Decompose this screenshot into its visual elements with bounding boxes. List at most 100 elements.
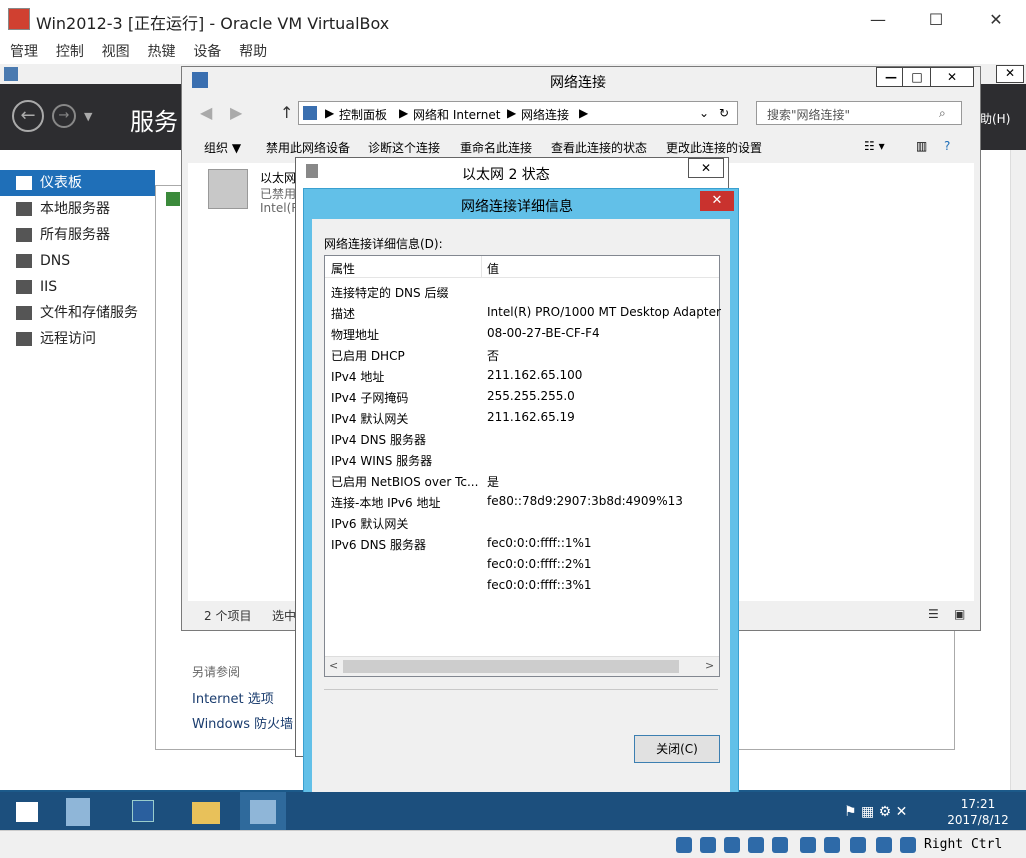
nav-item-iis[interactable]: IIS bbox=[0, 274, 155, 300]
server-manager-title: 服务 bbox=[130, 108, 178, 136]
menu-devices[interactable]: 设备 bbox=[193, 40, 221, 64]
horizontal-scrollbar[interactable]: < > bbox=[325, 656, 719, 676]
nav-item-file-storage[interactable]: 文件和存储服务 bbox=[0, 300, 155, 326]
search-input[interactable]: 搜索"网络连接" ⌕ bbox=[756, 101, 962, 125]
details-close-icon[interactable]: ✕ bbox=[700, 191, 734, 211]
table-row[interactable]: fec0:0:0:ffff::2%1 bbox=[331, 554, 721, 575]
breadcrumb-network-connections[interactable]: 网络连接 bbox=[521, 106, 569, 123]
shared-folders-icon[interactable] bbox=[800, 837, 816, 853]
help-icon[interactable]: ? bbox=[944, 139, 950, 153]
network-status-icon[interactable] bbox=[748, 837, 764, 853]
rename-button[interactable]: 重命名此连接 bbox=[460, 139, 532, 156]
row-property: 已启用 DHCP bbox=[331, 349, 405, 363]
scroll-right-icon[interactable]: > bbox=[705, 659, 714, 672]
tray-icons[interactable]: ⚑ ▦ ⚙ ✕ bbox=[844, 804, 907, 820]
nav-item-dashboard[interactable]: 仪表板 bbox=[0, 170, 155, 196]
minimize-button[interactable]: — bbox=[858, 6, 898, 34]
taskbar-clock[interactable]: 17:21 2017/8/12 bbox=[938, 796, 1018, 828]
view-status-button[interactable]: 查看此连接的状态 bbox=[551, 139, 647, 156]
ethernet-status-close-button[interactable]: ✕ bbox=[688, 158, 724, 178]
nc-forward-icon[interactable]: ▶ bbox=[230, 103, 242, 122]
servers-icon bbox=[16, 228, 32, 242]
usb-icon[interactable] bbox=[772, 837, 788, 853]
adapter-device: Intel(R bbox=[260, 201, 300, 215]
table-row[interactable]: IPv6 DNS 服务器 fec0:0:0:ffff::1%1 bbox=[331, 533, 721, 554]
details-label: 网络连接详细信息(D): bbox=[324, 237, 443, 251]
column-header-property[interactable]: 属性 bbox=[331, 260, 355, 277]
iis-icon bbox=[16, 280, 32, 294]
refresh-icon[interactable]: ↻ bbox=[719, 106, 729, 120]
audio-icon[interactable] bbox=[724, 837, 740, 853]
table-row[interactable]: 连接-本地 IPv6 地址 fe80::78d9:2907:3b8d:4909%1… bbox=[331, 491, 721, 512]
cpu-icon[interactable] bbox=[876, 837, 892, 853]
server-manager-scrollbar[interactable] bbox=[1010, 150, 1026, 790]
maximize-button[interactable]: ☐ bbox=[916, 6, 956, 34]
control-panel-taskbar-icon[interactable] bbox=[240, 792, 286, 830]
forward-icon[interactable]: → bbox=[52, 104, 76, 128]
server-manager-taskbar-icon[interactable] bbox=[56, 792, 102, 830]
details-view-icon[interactable]: ☰ bbox=[928, 607, 939, 621]
breadcrumb-network-internet[interactable]: 网络和 Internet bbox=[413, 106, 500, 123]
disable-device-button[interactable]: 禁用此网络设备 bbox=[266, 139, 350, 156]
network-adapter-icon[interactable] bbox=[208, 169, 248, 209]
menu-help[interactable]: 帮助 bbox=[239, 40, 267, 64]
nc-maximize-button[interactable]: □ bbox=[902, 67, 932, 87]
table-row[interactable]: 连接特定的 DNS 后缀 bbox=[331, 281, 721, 302]
nav-item-remote-access[interactable]: 远程访问 bbox=[0, 326, 155, 352]
nc-back-icon[interactable]: ◀ bbox=[200, 103, 212, 122]
table-row[interactable]: 描述 Intel(R) PRO/1000 MT Desktop Adapter bbox=[331, 302, 721, 323]
menu-manage[interactable]: 管理 bbox=[10, 40, 38, 64]
adapter-name[interactable]: 以太网 bbox=[260, 169, 296, 186]
large-icons-view-icon[interactable]: ▣ bbox=[954, 607, 965, 621]
close-dialog-button[interactable]: 关闭(C) bbox=[634, 735, 720, 763]
history-dropdown-icon[interactable]: ▼ bbox=[84, 110, 92, 123]
details-list[interactable]: 属性 值 连接特定的 DNS 后缀 描述 Intel(R) PRO/1000 MT … bbox=[324, 255, 721, 677]
network-connections-title: 网络连接 bbox=[550, 75, 606, 91]
start-button[interactable] bbox=[4, 792, 50, 830]
display-icon[interactable] bbox=[824, 837, 840, 853]
table-row[interactable]: IPv4 DNS 服务器 bbox=[331, 428, 721, 449]
change-settings-button[interactable]: 更改此连接的设置 bbox=[666, 139, 762, 156]
table-row[interactable]: fec0:0:0:ffff::3%1 bbox=[331, 575, 721, 596]
powershell-taskbar-icon[interactable] bbox=[120, 792, 166, 830]
close-button[interactable]: ✕ bbox=[976, 6, 1016, 34]
dns-icon bbox=[16, 254, 32, 268]
table-row[interactable]: IPv4 默认网关 211.162.65.19 bbox=[331, 407, 721, 428]
row-value: 255.255.255.0 bbox=[487, 389, 575, 403]
breadcrumb-control-panel[interactable]: 控制面板 bbox=[339, 106, 387, 123]
hdd-icon[interactable] bbox=[676, 837, 692, 853]
table-row[interactable]: IPv4 地址 211.162.65.100 bbox=[331, 365, 721, 386]
menu-hotkey[interactable]: 热键 bbox=[147, 40, 175, 64]
view-options-icon[interactable]: ☷ ▾ bbox=[864, 139, 885, 153]
organize-button[interactable]: 组织 ▼ bbox=[204, 139, 241, 156]
back-icon[interactable]: ← bbox=[12, 100, 44, 132]
nav-item-all-servers[interactable]: 所有服务器 bbox=[0, 222, 155, 248]
table-row[interactable]: IPv4 WINS 服务器 bbox=[331, 449, 721, 470]
table-row[interactable]: IPv6 默认网关 bbox=[331, 512, 721, 533]
table-row[interactable]: 已启用 DHCP 否 bbox=[331, 344, 721, 365]
scroll-thumb[interactable] bbox=[343, 660, 679, 673]
table-row[interactable]: IPv4 子网掩码 255.255.255.0 bbox=[331, 386, 721, 407]
column-header-value[interactable]: 值 bbox=[487, 260, 499, 277]
menu-control[interactable]: 控制 bbox=[56, 40, 84, 64]
recording-icon[interactable] bbox=[850, 837, 866, 853]
server-manager-close-button[interactable]: ✕ bbox=[996, 65, 1024, 83]
mouse-integration-icon[interactable] bbox=[900, 837, 916, 853]
breadcrumb[interactable]: ▶ 控制面板 ▶ 网络和 Internet ▶ 网络连接 ▶ ⌄ ↻ bbox=[298, 101, 738, 125]
preview-pane-icon[interactable]: ▥ bbox=[916, 139, 927, 153]
help-menu[interactable]: 助(H) bbox=[980, 110, 1010, 127]
table-row[interactable]: 物理地址 08-00-27-BE-CF-F4 bbox=[331, 323, 721, 344]
windows-firewall-link[interactable]: Windows 防火墙 bbox=[192, 713, 293, 732]
nc-close-button[interactable]: ✕ bbox=[930, 67, 974, 87]
scroll-left-icon[interactable]: < bbox=[329, 659, 338, 672]
nav-item-local-server[interactable]: 本地服务器 bbox=[0, 196, 155, 222]
menu-view[interactable]: 视图 bbox=[102, 40, 130, 64]
table-row[interactable]: 已启用 NetBIOS over Tc... 是 bbox=[331, 470, 721, 491]
optical-drive-icon[interactable] bbox=[700, 837, 716, 853]
nav-item-dns[interactable]: DNS bbox=[0, 248, 155, 274]
up-arrow-icon[interactable]: ↑ bbox=[280, 103, 293, 122]
address-dropdown-icon[interactable]: ⌄ bbox=[699, 106, 709, 120]
diagnose-button[interactable]: 诊断这个连接 bbox=[368, 139, 440, 156]
internet-options-link[interactable]: Internet 选项 bbox=[192, 688, 274, 707]
file-explorer-taskbar-icon[interactable] bbox=[184, 792, 230, 830]
